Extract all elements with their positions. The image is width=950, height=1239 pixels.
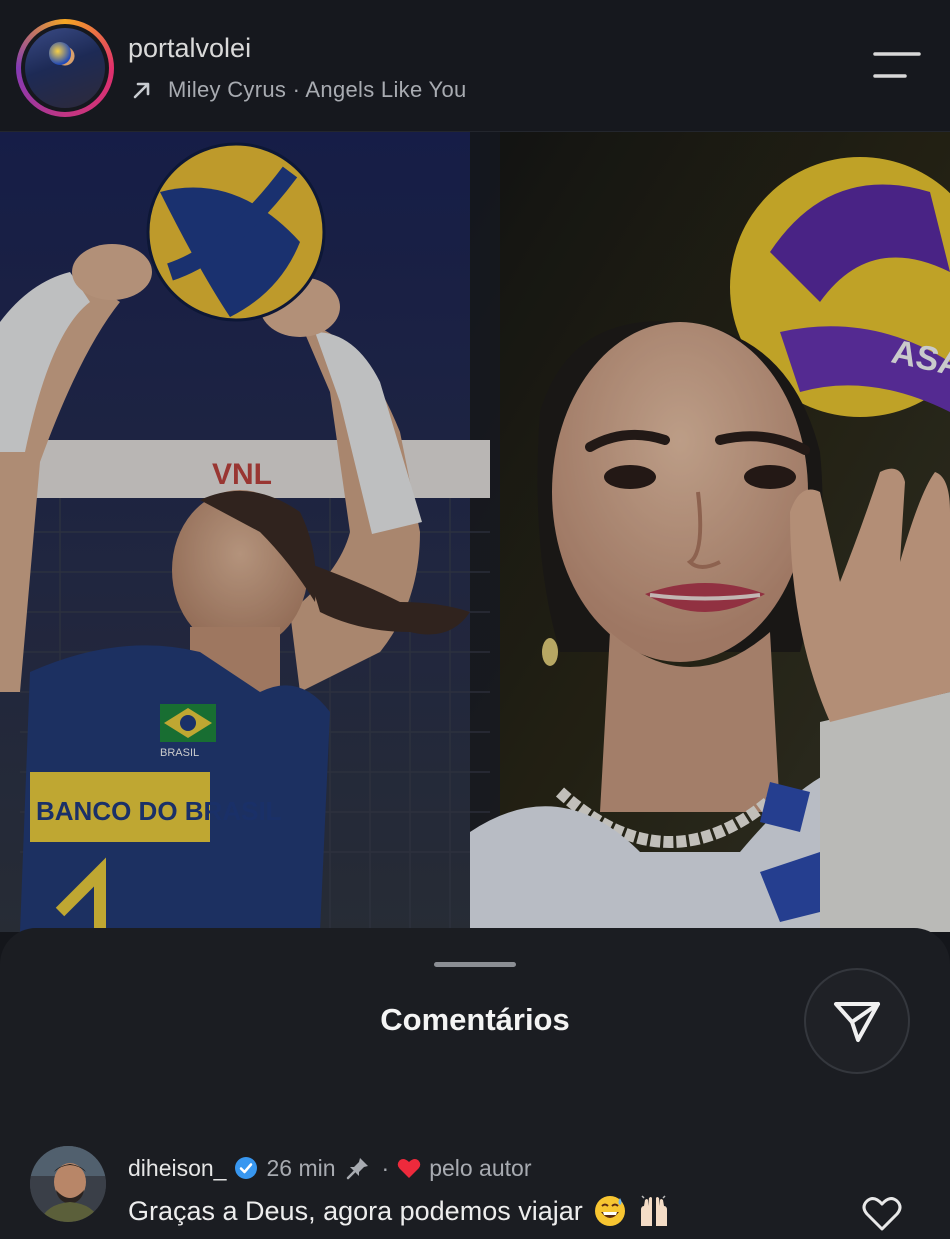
post-image[interactable]: VNL BANCO DO BRASIL BRASIL ASA [0,132,950,932]
music-label: Miley Cyrus · Angels Like You [168,77,467,102]
music-attribution[interactable]: Miley Cyrus · Angels Like You [130,75,467,105]
author-liked-label: pelo autor [429,1154,532,1181]
share-button[interactable] [804,968,910,1074]
grinning-sweat-face-icon [594,1196,625,1226]
raised-hands-icon [640,1195,667,1226]
avatar [25,28,105,108]
post-header: portalvolei Miley Cyrus · Angels Like Yo… [0,0,950,132]
comment-text-row: Graças a Deus, agora podemos viajar [128,1194,671,1228]
comment-text: Graças a Deus, agora podemos viajar [128,1195,583,1226]
commenter-avatar[interactable] [30,1146,106,1222]
comment-item: diheison_ 26 min · pelo autor Graças a D… [0,1142,950,1239]
pin-icon [346,1158,368,1180]
send-icon [834,1002,880,1042]
verified-badge-icon [235,1157,258,1179]
image-dim-overlay [0,132,950,932]
arrow-up-right-icon [133,82,150,99]
comment-time: 26 min [266,1154,336,1181]
story-avatar[interactable] [16,19,114,117]
commenter-photo [30,1146,106,1222]
heart-icon [397,1159,421,1178]
commenter-username[interactable]: diheison_ [128,1155,226,1182]
comments-sheet: Comentários diheison_ 26 min · pelo auto… [0,928,950,1239]
comment-meta: diheison_ 26 min · pelo autor [128,1154,532,1182]
sheet-drag-handle[interactable] [434,962,516,967]
meta-separator: · [381,1154,390,1181]
menu-icon[interactable] [872,50,922,80]
like-heart-icon[interactable] [862,1196,902,1232]
avatar-frame [21,24,109,112]
post-username[interactable]: portalvolei [128,33,251,64]
